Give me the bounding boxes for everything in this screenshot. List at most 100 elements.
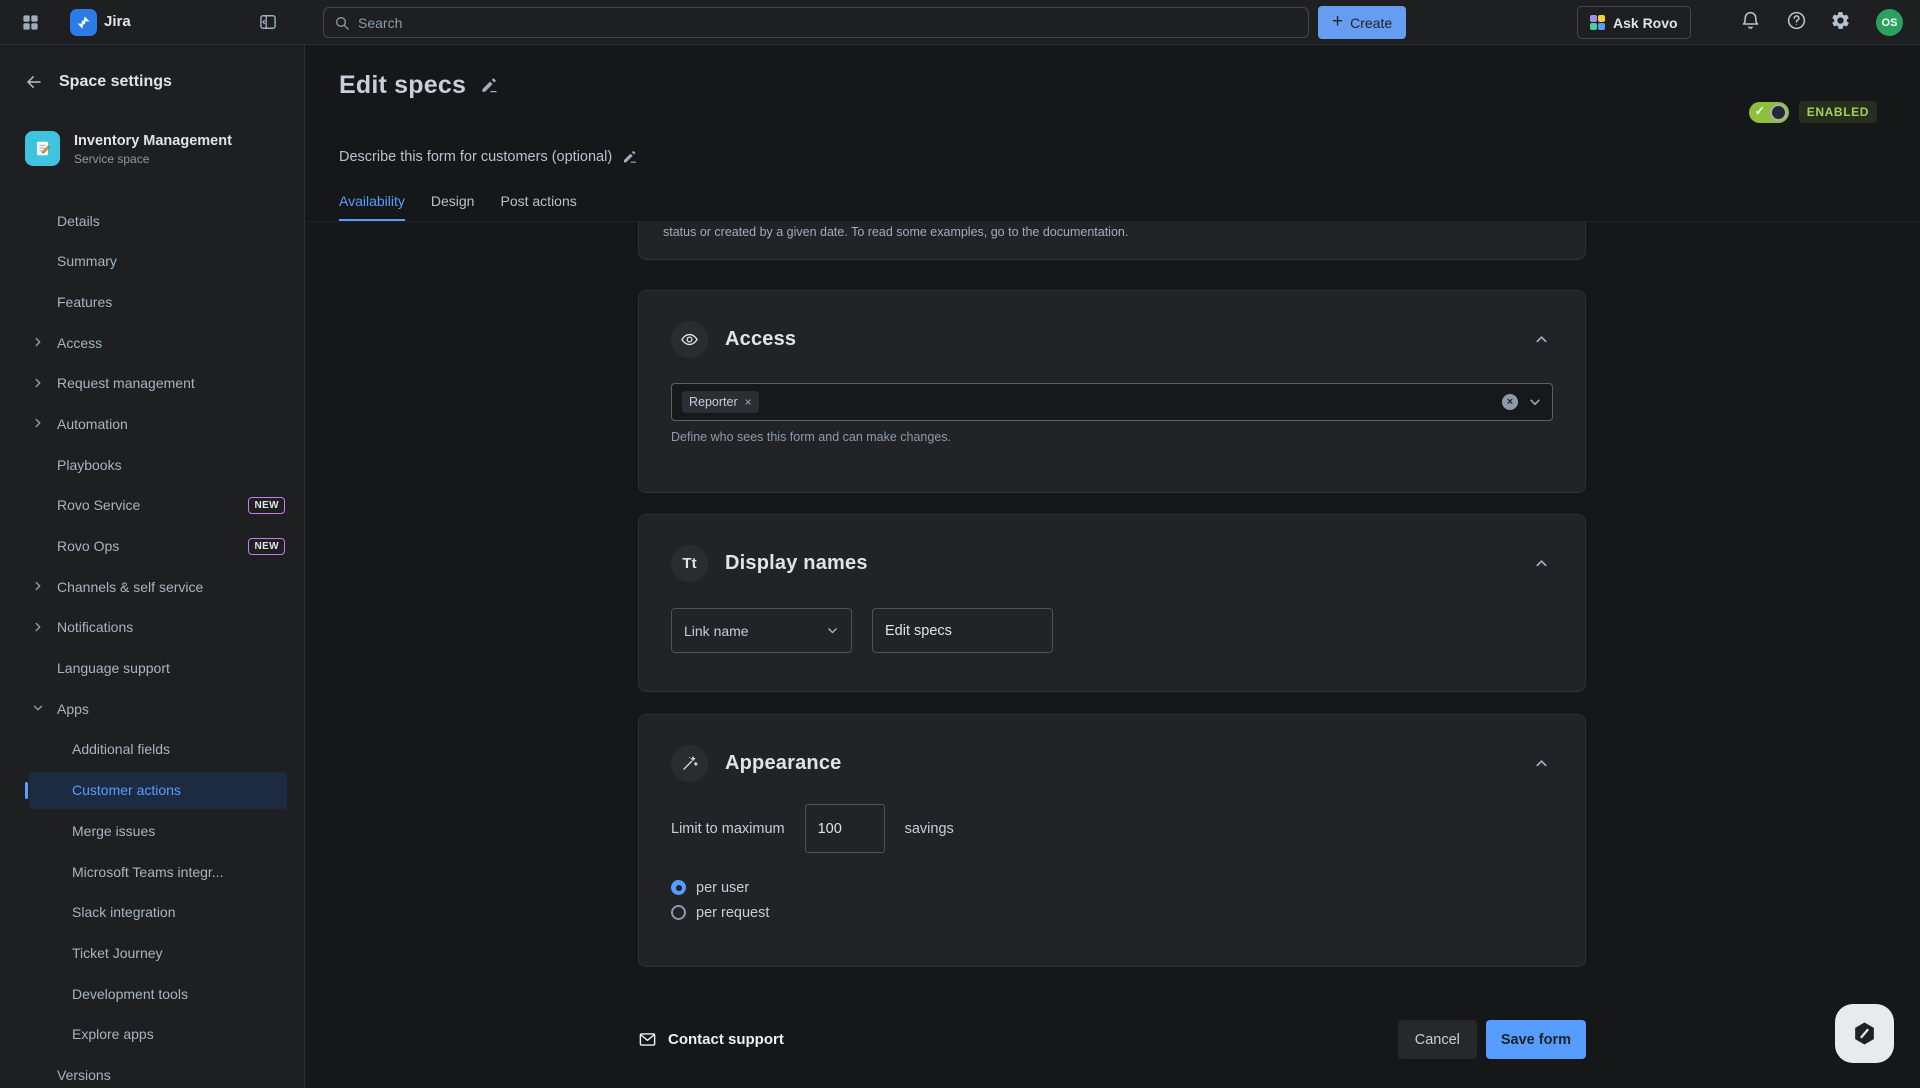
form-scroll-area: status or created by a given date. To re…: [305, 222, 1920, 1088]
access-chip-reporter[interactable]: Reporter ×: [682, 391, 759, 413]
sidebar-item-label: Explore apps: [72, 1026, 154, 1042]
conditions-note: status or created by a given date. To re…: [663, 225, 1561, 239]
clear-select-icon[interactable]: ×: [1502, 394, 1518, 410]
sidebar-item-label: Additional fields: [72, 741, 170, 757]
sidebar-item-label: Notifications: [57, 619, 133, 635]
sidebar-item-label: Features: [57, 294, 112, 310]
sidebar-item-customer-actions[interactable]: Customer actions: [29, 772, 287, 809]
sidebar-item-details[interactable]: Details: [29, 202, 287, 239]
sidebar-item-merge-issues[interactable]: Merge issues: [29, 812, 287, 849]
create-button[interactable]: + Create: [1318, 6, 1406, 39]
remove-chip-icon[interactable]: ×: [745, 395, 752, 409]
sidebar-item-rovo-ops[interactable]: Rovo Ops NEW: [29, 528, 287, 565]
radio-per-request[interactable]: per request: [671, 900, 1553, 925]
sidebar-item-label: Ticket Journey: [72, 945, 163, 961]
appearance-card: Appearance Limit to maximum savings: [638, 714, 1586, 967]
sidebar-item-microsoft-teams-integr[interactable]: Microsoft Teams integr...: [29, 853, 287, 890]
sidebar-nav-list: Details Summary Features Access Request mana…: [0, 202, 305, 1088]
sidebar-item-apps[interactable]: Apps: [29, 690, 287, 727]
new-badge: NEW: [248, 538, 285, 555]
sidebar-item-explore-apps[interactable]: Explore apps: [29, 1016, 287, 1053]
tab-design[interactable]: Design: [431, 193, 475, 221]
search-bar[interactable]: [323, 7, 1309, 38]
back-arrow-icon: [25, 73, 43, 91]
sidebar-item-label: Customer actions: [72, 782, 181, 798]
collapse-sidebar-icon[interactable]: [252, 6, 284, 38]
sidebar-item-language-support[interactable]: Language support: [29, 650, 287, 687]
sidebar-item-automation[interactable]: Automation: [29, 405, 287, 442]
tab-availability[interactable]: Availability: [339, 193, 405, 221]
limit-maximum-input[interactable]: [805, 804, 885, 853]
sidebar-item-summary[interactable]: Summary: [29, 243, 287, 280]
access-title: Access: [725, 328, 796, 351]
sidebar-item-access[interactable]: Access: [29, 324, 287, 361]
sidebar-item-request-management[interactable]: Request management: [29, 365, 287, 402]
edit-title-pencil-icon[interactable]: [480, 76, 499, 95]
tab-post-actions[interactable]: Post actions: [500, 193, 576, 221]
form-description-field[interactable]: Describe this form for customers (option…: [339, 149, 638, 165]
sidebar-item-label: Development tools: [72, 986, 188, 1002]
sidebar-item-label: Request management: [57, 375, 195, 391]
sidebar-item-label: Language support: [57, 660, 170, 676]
plus-icon: +: [1332, 12, 1343, 31]
space-header[interactable]: Inventory Management Service space: [25, 131, 232, 166]
hexagon-logo-icon: [1851, 1020, 1878, 1047]
sidebar-item-label: Summary: [57, 253, 117, 269]
text-style-icon: Tt: [671, 545, 708, 582]
select-chevron-down-icon[interactable]: [1528, 395, 1542, 409]
space-avatar-icon: [25, 131, 60, 166]
sidebar-item-ticket-journey[interactable]: Ticket Journey: [29, 934, 287, 971]
sidebar-item-notifications[interactable]: Notifications: [29, 609, 287, 646]
space-name: Inventory Management: [74, 132, 232, 150]
sidebar-item-label: Rovo Ops: [57, 538, 119, 554]
contact-support-link[interactable]: Contact support: [638, 1030, 784, 1049]
cancel-button[interactable]: Cancel: [1398, 1020, 1477, 1059]
form-enabled-control: ✓ ENABLED: [1749, 101, 1877, 123]
form-footer: Contact support Cancel Save form: [638, 1020, 1586, 1059]
access-multiselect[interactable]: Reporter × ×: [671, 383, 1553, 421]
limit-label: Limit to maximum: [671, 821, 785, 837]
search-input[interactable]: [358, 15, 1298, 31]
sidebar-item-label: Automation: [57, 416, 128, 432]
limit-suffix-label: savings: [905, 821, 954, 837]
user-avatar[interactable]: OS: [1876, 9, 1903, 36]
sidebar-item-channels-self-service[interactable]: Channels & self service: [29, 568, 287, 605]
feedback-widget-button[interactable]: [1835, 1004, 1894, 1063]
form-header: Edit specs Describe this form for custom…: [305, 45, 1920, 222]
search-icon: [334, 15, 350, 31]
enabled-toggle[interactable]: ✓: [1749, 102, 1789, 123]
sidebar-item-additional-fields[interactable]: Additional fields: [29, 731, 287, 768]
magic-wand-icon: [671, 745, 708, 782]
limit-scope-radio-group: per user per request: [671, 875, 1553, 925]
save-form-button[interactable]: Save form: [1486, 1020, 1586, 1059]
collapse-appearance-chevron-icon[interactable]: [1530, 752, 1553, 775]
sidebar-item-development-tools[interactable]: Development tools: [29, 975, 287, 1012]
mail-envelope-icon: [638, 1030, 657, 1049]
app-switcher-icon[interactable]: [14, 6, 46, 38]
sidebar-item-label: Microsoft Teams integr...: [72, 864, 223, 880]
sidebar-item-rovo-service[interactable]: Rovo ServiceNEW: [29, 487, 287, 524]
collapse-display-names-chevron-icon[interactable]: [1530, 552, 1553, 575]
jira-logo-icon[interactable]: [70, 9, 97, 36]
collapse-access-chevron-icon[interactable]: [1530, 328, 1553, 351]
sidebar-item-label: Channels & self service: [57, 579, 203, 595]
sidebar-item-features[interactable]: Features: [29, 283, 287, 320]
sidebar-item-label: Access: [57, 335, 102, 351]
ask-rovo-button[interactable]: Ask Rovo: [1577, 6, 1691, 39]
back-to-space-settings[interactable]: Space settings: [25, 73, 172, 91]
sidebar-item-label: Details: [57, 213, 100, 229]
radio-unselected-icon: [671, 905, 686, 920]
settings-gear-icon[interactable]: [1830, 10, 1851, 31]
sidebar-item-slack-integration[interactable]: Slack integration: [29, 894, 287, 931]
notifications-bell-icon[interactable]: [1740, 10, 1761, 31]
display-names-title: Display names: [725, 552, 868, 575]
display-name-input[interactable]: [872, 608, 1053, 653]
help-icon[interactable]: [1786, 10, 1807, 31]
sidebar-item-versions[interactable]: Versions: [29, 1056, 287, 1088]
name-type-dropdown[interactable]: Link name: [671, 608, 852, 653]
sidebar-title: Space settings: [59, 73, 172, 91]
conditions-card-partial: status or created by a given date. To re…: [638, 222, 1586, 260]
sidebar-item-playbooks[interactable]: Playbooks: [29, 446, 287, 483]
radio-per-user[interactable]: per user: [671, 875, 1553, 900]
page-title: Edit specs: [339, 71, 466, 100]
